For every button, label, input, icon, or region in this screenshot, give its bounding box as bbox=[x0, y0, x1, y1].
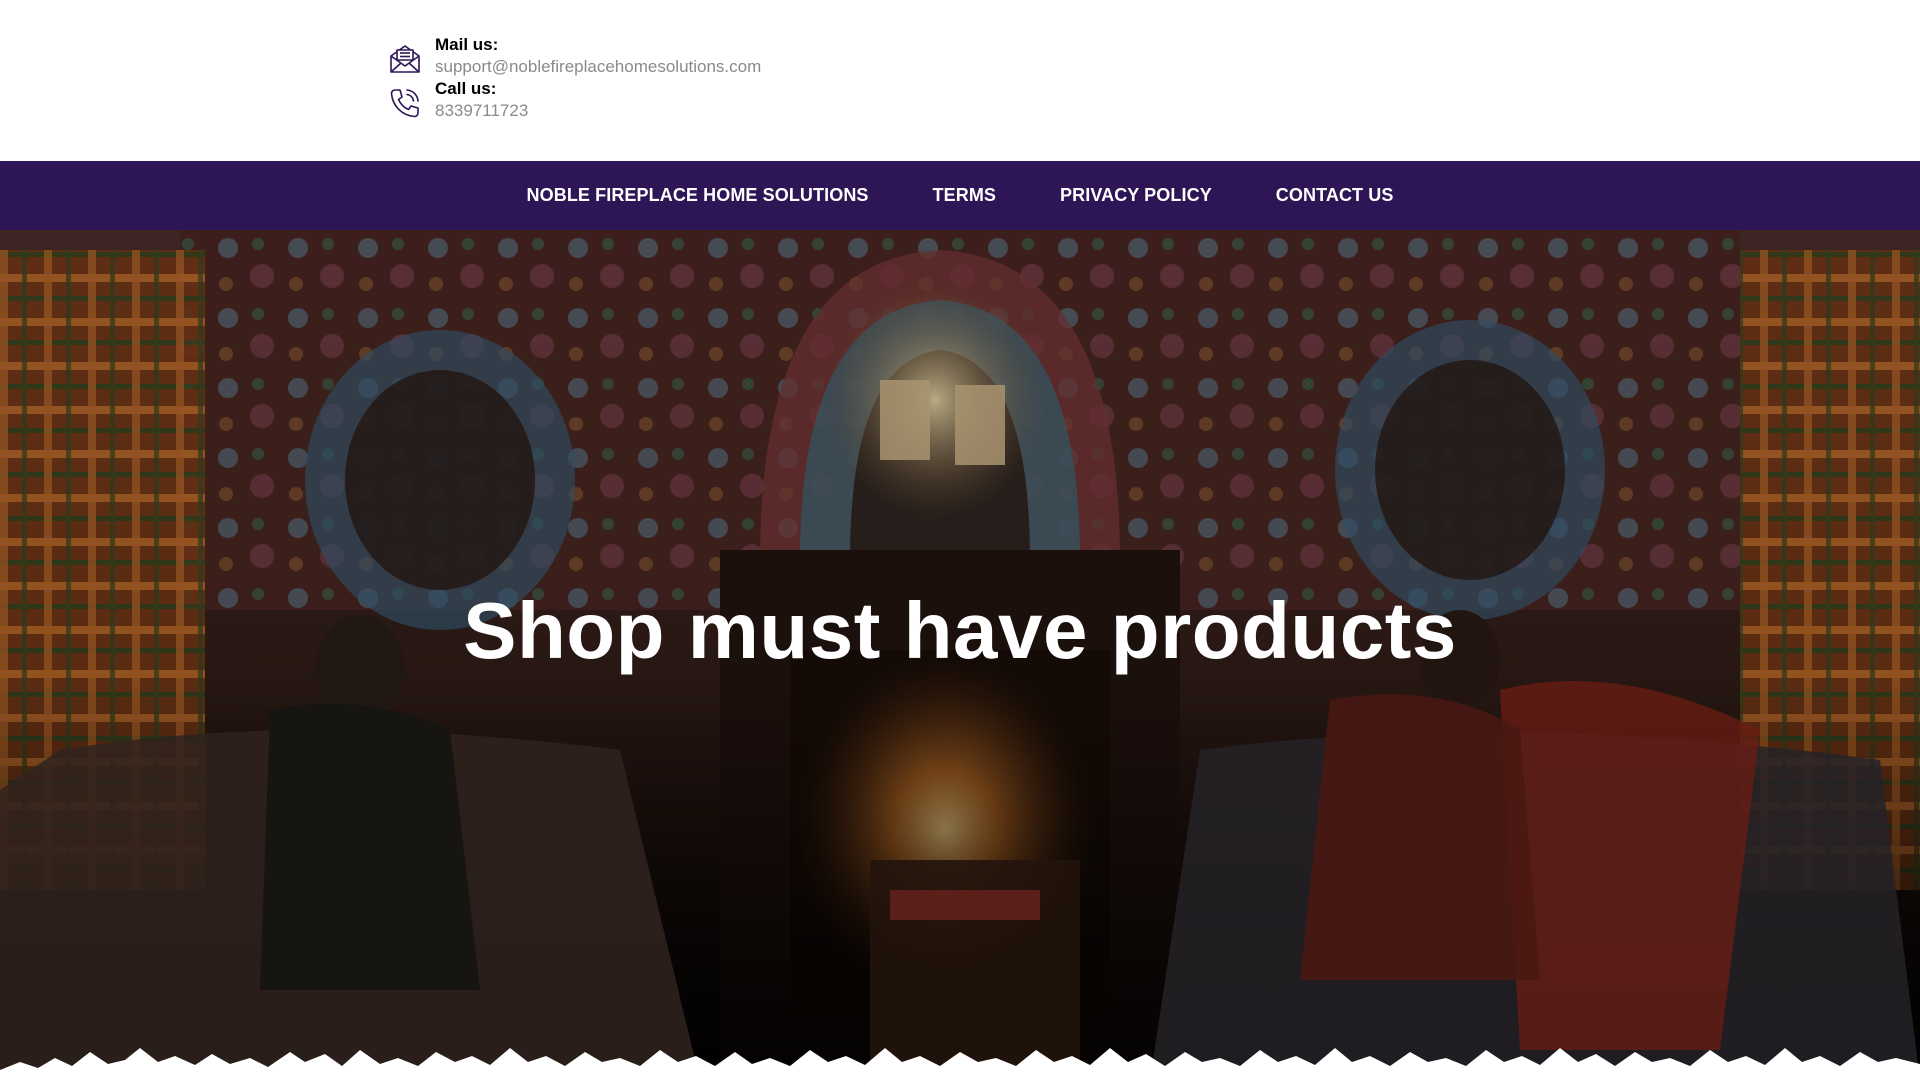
mail-label: Mail us: bbox=[435, 35, 499, 54]
nav-home[interactable]: NOBLE FIREPLACE HOME SOLUTIONS bbox=[527, 185, 869, 206]
phone-icon bbox=[390, 89, 419, 118]
envelope-icon bbox=[390, 45, 420, 73]
phone-contact: Call us: 8339711723 bbox=[388, 78, 528, 122]
nav-privacy-policy[interactable]: PRIVACY POLICY bbox=[1060, 185, 1212, 206]
contact-header: Mail us: support@noblefireplacehomesolut… bbox=[0, 0, 1920, 161]
nav-contact-us[interactable]: CONTACT US bbox=[1276, 185, 1394, 206]
nav-terms[interactable]: TERMS bbox=[933, 185, 997, 206]
phone-link[interactable]: 8339711723 bbox=[435, 100, 528, 122]
phone-label: Call us: bbox=[435, 79, 497, 98]
torn-paper-divider bbox=[0, 1048, 1920, 1080]
hero-title: Shop must have products bbox=[463, 586, 1457, 675]
hero-banner: Shop must have products bbox=[0, 230, 1920, 1080]
mail-contact: Mail us: support@noblefireplacehomesolut… bbox=[388, 34, 761, 78]
mail-link[interactable]: support@noblefireplacehomesolutions.com bbox=[435, 56, 761, 78]
main-navigation: NOBLE FIREPLACE HOME SOLUTIONS TERMS PRI… bbox=[0, 161, 1920, 230]
